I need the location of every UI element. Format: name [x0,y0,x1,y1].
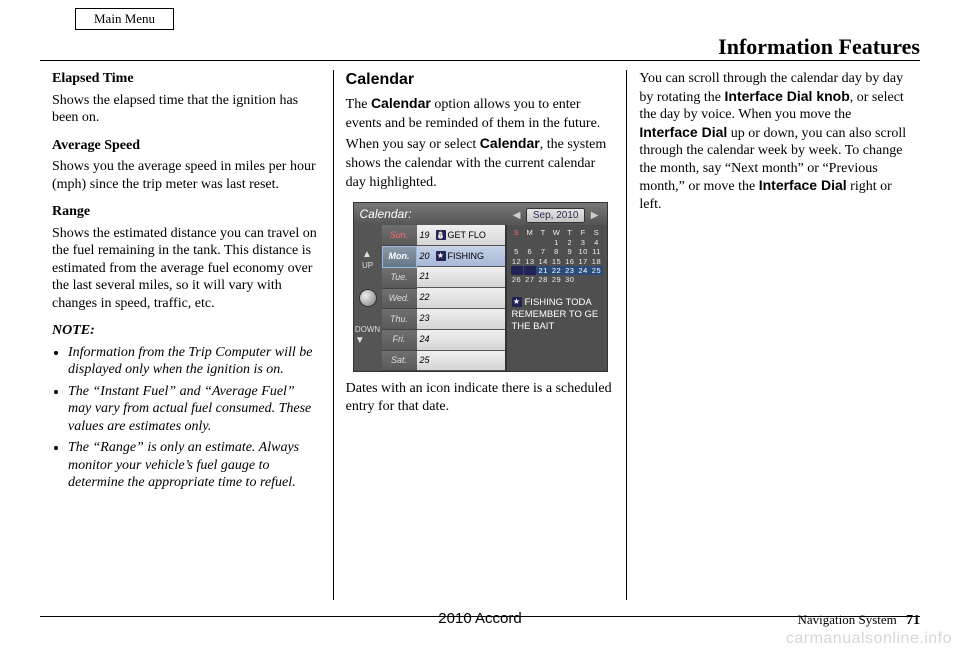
avg-speed-body: Shows you the average speed in miles per… [52,158,321,193]
cal-titlebar: Calendar: ◀ Sep, 2010 ▶ [354,203,607,225]
star-icon [512,297,522,307]
watermark: carmanualsonline.info [786,629,952,649]
calendar-screenshot: Calendar: ◀ Sep, 2010 ▶ ▲UP DOWN▼ Sun. M… [353,202,608,372]
calendar-heading: Calendar [346,70,615,90]
elapsed-time-head: Elapsed Time [52,70,321,88]
elapsed-time-body: Shows the elapsed time that the ignition… [52,92,321,127]
cal-left-controls: ▲UP DOWN▼ [354,225,382,371]
cal-row: 24 [417,330,505,351]
day-thu: Thu. [382,309,417,330]
day-mon: Mon. [382,246,417,268]
note-item: The “Instant Fuel” and “Average Fuel” ma… [68,383,321,436]
up-label: ▲UP [362,249,373,272]
note-item: Information from the Trip Computer will … [68,344,321,379]
term-calendar: Calendar [371,95,431,111]
calendar-caption: Dates with an icon indicate there is a s… [346,380,615,415]
cal-body: ▲UP DOWN▼ Sun. Mon. Tue. Wed. Thu. Fri. … [354,225,607,371]
day-tue: Tue. [382,268,417,289]
footer-section-label: Navigation System [797,612,896,627]
day-wed: Wed. [382,289,417,310]
note-head: NOTE: [52,322,321,340]
cal-month-label: Sep, 2010 [526,208,586,223]
text: The [346,97,371,112]
cal-row: 23 [417,309,505,330]
avg-speed-head: Average Speed [52,137,321,155]
main-menu-button[interactable]: Main Menu [75,8,174,30]
cal-row: 21 [417,267,505,288]
content-columns: Elapsed Time Shows the elapsed time that… [40,70,920,600]
range-head: Range [52,203,321,221]
cal-row: 19GET FLO [417,225,505,246]
column-3: You can scroll through the calendar day … [626,70,920,600]
person-icon [511,266,523,275]
cal-day-labels: Sun. Mon. Tue. Wed. Thu. Fri. Sat. [382,225,417,371]
cal-row: 22 [417,288,505,309]
col3-body: You can scroll through the calendar day … [639,70,908,213]
term-calendar: Calendar [480,135,540,151]
page-title: Information Features [718,33,920,61]
footer-page-number: 71 [906,613,920,628]
prev-month-icon: ◀ [511,210,523,221]
down-label: DOWN▼ [355,325,380,348]
mini-header: SMTWTFS [511,228,603,237]
cal-month-nav: ◀ Sep, 2010 ▶ [511,207,601,223]
footer-right: Navigation System 71 [797,612,920,630]
term-interface-dial: Interface Dial [759,177,847,193]
footer-model: 2010 Accord [438,610,521,629]
star-icon [436,251,446,261]
star-icon [524,266,536,275]
cal-reminder: FISHING TODA REMEMBER TO GE THE BAIT [507,293,607,338]
calendar-intro: The Calendar option allows you to enter … [346,94,615,192]
range-body: Shows the estimated distance you can tra… [52,225,321,313]
column-2: Calendar The Calendar option allows you … [333,70,627,600]
term-interface-dial: Interface Dial [639,124,727,140]
dial-knob-icon [359,289,377,307]
day-sat: Sat. [382,351,417,372]
cal-title: Calendar: [360,207,412,222]
column-1: Elapsed Time Shows the elapsed time that… [40,70,333,600]
day-sun: Sun. [382,225,417,246]
rule-top [40,60,920,61]
cal-right-panel: SMTWTFS 1234 567891011 12131415161718 21… [507,225,607,371]
note-item: The “Range” is only an estimate. Always … [68,439,321,492]
cal-row: 25 [417,351,505,372]
cal-row: 20FISHING [417,246,505,267]
note-list: Information from the Trip Computer will … [52,344,321,492]
mini-calendar: SMTWTFS 1234 567891011 12131415161718 21… [507,225,607,286]
person-icon [436,230,446,240]
next-month-icon: ▶ [589,210,601,221]
term-interface-dial-knob: Interface Dial knob [725,88,850,104]
cal-entry-list: 19GET FLO 20FISHING 21 22 23 24 25 [417,225,507,371]
day-fri: Fri. [382,330,417,351]
